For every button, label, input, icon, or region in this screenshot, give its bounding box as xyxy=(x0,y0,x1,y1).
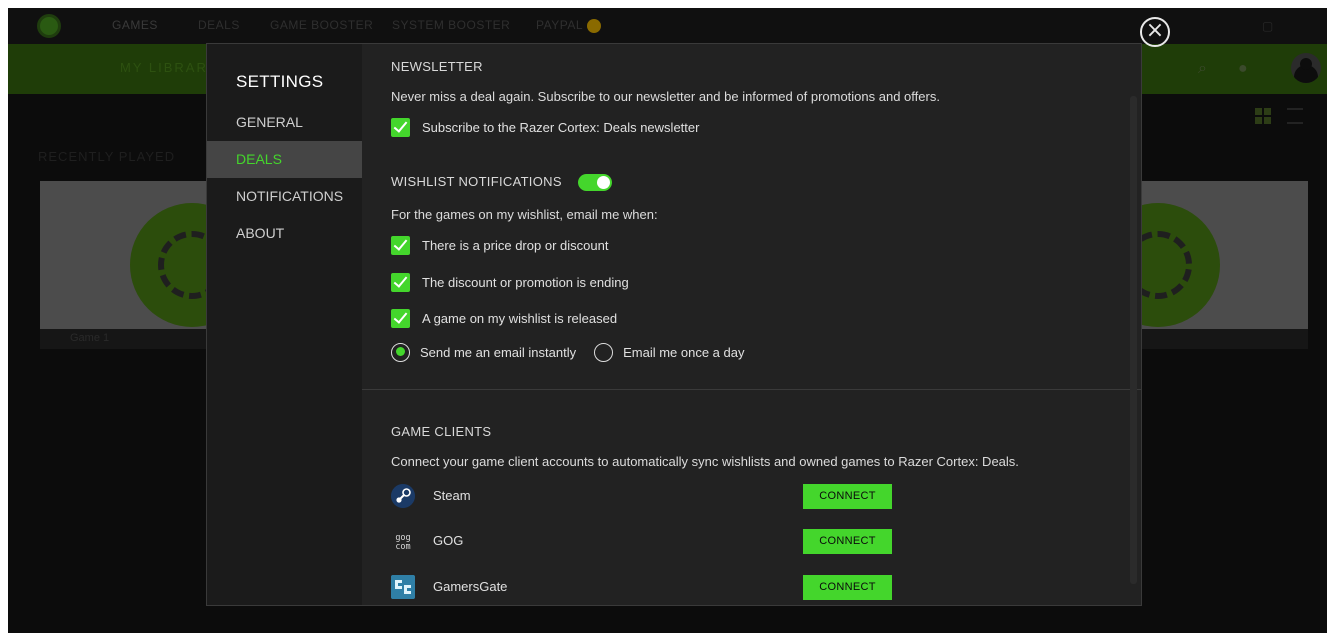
wishlist-notifications-toggle[interactable] xyxy=(577,174,612,192)
close-button[interactable]: × xyxy=(1140,17,1170,47)
game-card-title: Game 1 xyxy=(70,332,110,344)
settings-content: NEWSLETTER Never miss a deal again. Subs… xyxy=(362,44,1141,605)
grid-view-icon xyxy=(1255,108,1271,124)
game-card: Game 1 xyxy=(40,181,206,349)
email-frequency-group: Send me an email instantly Email me once… xyxy=(391,342,763,362)
nav-tab-game-booster: GAME BOOSTER xyxy=(270,18,374,32)
price-drop-checkbox[interactable] xyxy=(391,235,410,255)
game-card-footer: Game 1 xyxy=(40,329,206,349)
nav-tab-games: GAMES xyxy=(112,18,158,32)
wishlist-heading: WISHLIST NOTIFICATIONS xyxy=(391,174,562,189)
wishlist-option-released[interactable]: A game on my wishlist is released xyxy=(391,308,617,328)
sidebar-item-about[interactable]: ABOUT xyxy=(207,215,362,252)
subscribe-checkbox[interactable] xyxy=(391,117,410,137)
client-row-gog: gog com GOG CONNECT xyxy=(391,529,1111,554)
settings-sidebar: SETTINGS GENERAL DEALS NOTIFICATIONS ABO… xyxy=(207,44,362,605)
newsletter-subscribe-option[interactable]: Subscribe to the Razer Cortex: Deals new… xyxy=(391,117,699,137)
game-card-right-art-icon xyxy=(1142,203,1220,327)
subscribe-label: Subscribe to the Razer Cortex: Deals new… xyxy=(422,119,700,135)
newsletter-description: Never miss a deal again. Subscribe to ou… xyxy=(391,89,940,104)
game-card-right xyxy=(1142,181,1308,349)
connect-gamersgate-button[interactable]: CONNECT xyxy=(803,575,892,600)
greenbar-title: MY LIBRARY xyxy=(120,60,219,75)
content-scrollbar[interactable] xyxy=(1130,96,1137,584)
nav-tab-system-booster: SYSTEM BOOSTER xyxy=(392,18,511,32)
client-row-steam: Steam CONNECT xyxy=(391,484,1111,509)
promo-ending-checkbox[interactable] xyxy=(391,272,410,292)
connect-steam-button[interactable]: CONNECT xyxy=(803,484,892,509)
email-instantly-label[interactable]: Send me an email instantly xyxy=(420,345,576,360)
radio-email-daily[interactable] xyxy=(594,342,614,362)
game-clients-heading: GAME CLIENTS xyxy=(391,424,492,439)
gog-icon: gog com xyxy=(391,529,415,553)
info-icon: ● xyxy=(1238,60,1248,77)
connect-gog-button[interactable]: CONNECT xyxy=(803,529,892,554)
avatar xyxy=(1291,53,1321,83)
sidebar-item-deals[interactable]: DEALS xyxy=(207,141,362,178)
svg-text:com: com xyxy=(395,542,410,552)
list-view-icon xyxy=(1287,108,1303,124)
search-icon: ⌕ xyxy=(1198,60,1207,77)
nav-tab-deals: DEALS xyxy=(198,18,240,32)
razer-cortex-logo-icon xyxy=(37,14,61,38)
client-row-gamersgate: GamersGate CONNECT xyxy=(391,575,1111,600)
paypal-badge-icon xyxy=(587,18,602,33)
settings-dialog: SETTINGS GENERAL DEALS NOTIFICATIONS ABO… xyxy=(206,43,1142,606)
nav-tab-paypal-label: PAYPAL xyxy=(536,18,584,32)
released-checkbox[interactable] xyxy=(391,308,410,328)
client-name-steam: Steam xyxy=(433,488,471,503)
client-name-gog: GOG xyxy=(433,533,464,548)
sidebar-item-general[interactable]: GENERAL xyxy=(207,104,362,141)
sidebar-item-notifications[interactable]: NOTIFICATIONS xyxy=(207,178,362,215)
wishlist-heading-row: WISHLIST NOTIFICATIONS xyxy=(391,174,612,192)
game-card-right-footer xyxy=(1142,329,1308,349)
wishlist-option-promo-ending[interactable]: The discount or promotion is ending xyxy=(391,272,629,292)
steam-icon xyxy=(391,484,415,508)
newsletter-heading: NEWSLETTER xyxy=(391,59,483,74)
radio-email-instantly[interactable] xyxy=(391,342,410,362)
game-card-art-icon xyxy=(130,203,206,327)
wishlist-option-price-drop[interactable]: There is a price drop or discount xyxy=(391,235,608,255)
client-name-gamersgate: GamersGate xyxy=(433,579,508,594)
gamersgate-icon xyxy=(391,575,415,599)
nav-tab-paypal: PAYPAL xyxy=(536,18,602,33)
app-top-bar: GAMES DEALS GAME BOOSTER SYSTEM BOOSTER … xyxy=(8,8,1327,44)
email-daily-label[interactable]: Email me once a day xyxy=(623,345,744,360)
window-maximize-icon: ▢ xyxy=(1262,19,1274,33)
released-label: A game on my wishlist is released xyxy=(422,310,618,326)
wishlist-description: For the games on my wishlist, email me w… xyxy=(391,207,658,222)
price-drop-label: There is a price drop or discount xyxy=(422,237,609,253)
game-clients-description: Connect your game client accounts to aut… xyxy=(391,454,1019,469)
promo-ending-label: The discount or promotion is ending xyxy=(422,274,629,290)
section-divider xyxy=(362,389,1141,390)
recently-played-label: RECENTLY PLAYED xyxy=(38,149,176,164)
settings-title: SETTINGS xyxy=(236,72,324,91)
